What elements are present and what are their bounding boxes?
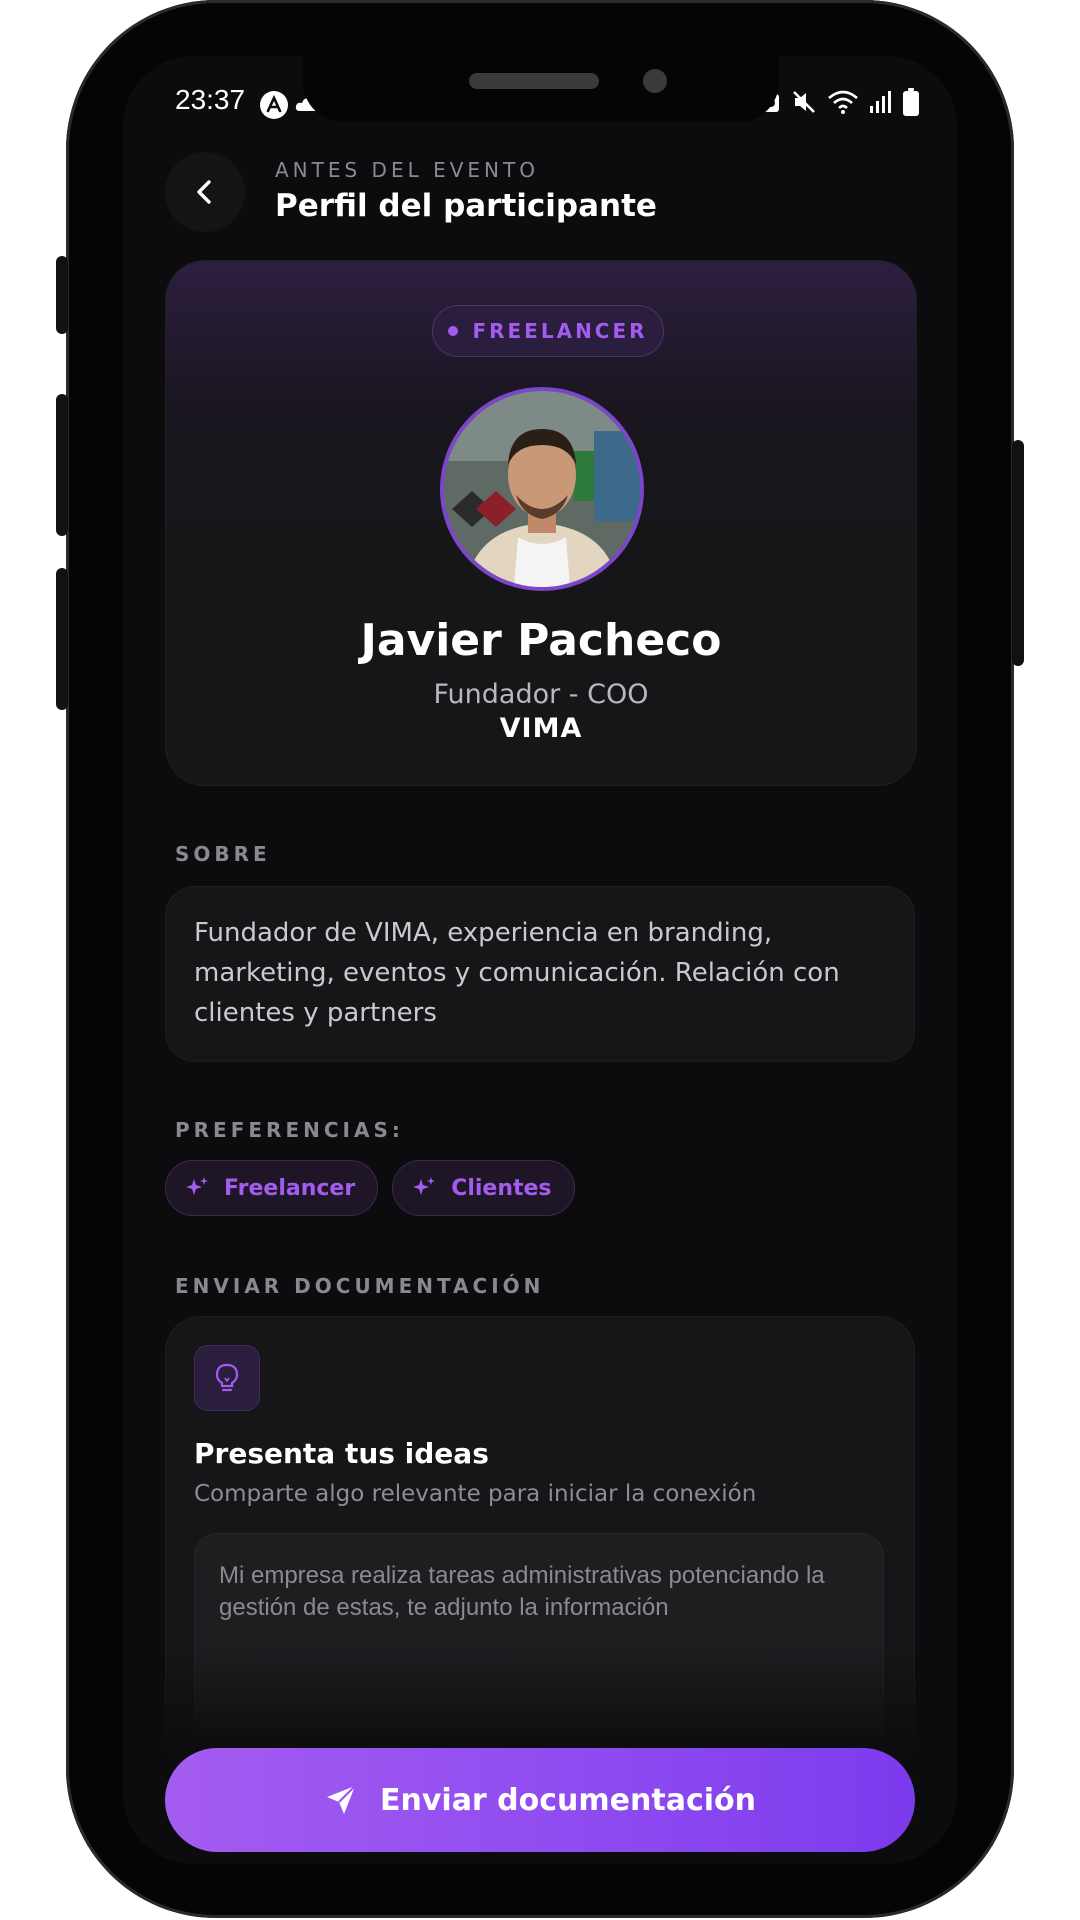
phone-side-button — [56, 256, 68, 334]
role-badge: FREELANCER — [432, 305, 664, 357]
phone-power-button — [1012, 440, 1024, 666]
badge-dot — [448, 326, 459, 336]
send-documentation-button[interactable]: Enviar documentación — [165, 1748, 915, 1852]
app-icon — [259, 90, 289, 124]
participant-company: VIMA — [499, 713, 583, 744]
preferences-section-label: PREFERENCIAS: — [175, 1118, 404, 1142]
chip-label: Freelancer — [224, 1175, 356, 1201]
badge-label: FREELANCER — [472, 319, 648, 343]
status-time: 23:37 — [175, 84, 246, 115]
chevron-left-icon — [197, 180, 211, 204]
lightbulb-icon — [215, 1363, 239, 1392]
phone-volume-down-button — [56, 568, 68, 710]
status-right-icons — [761, 88, 919, 120]
about-text: Fundador de VIMA, experiencia en brandin… — [194, 918, 840, 1028]
preference-chip-clientes[interactable]: Clientes — [392, 1160, 575, 1216]
participant-name: Javier Pacheco — [360, 615, 722, 666]
documentation-subtitle: Comparte algo relevante para iniciar la … — [194, 1481, 757, 1507]
sparkles-icon — [186, 1177, 208, 1195]
page-header: ANTES DEL EVENTO Perfil del participante — [165, 152, 915, 242]
battery-icon — [903, 88, 919, 120]
documentation-title: Presenta tus ideas — [194, 1437, 489, 1470]
sparkles-icon — [413, 1177, 436, 1195]
send-icon — [327, 1785, 356, 1814]
mute-icon — [791, 89, 817, 119]
participant-role: Fundador - COO — [433, 679, 649, 710]
wifi-icon — [827, 89, 859, 119]
speaker-grille — [469, 73, 599, 89]
front-camera — [643, 69, 667, 93]
about-section-label: SOBRE — [175, 842, 271, 866]
signal-icon — [869, 90, 893, 118]
documentation-section-label: ENVIAR DOCUMENTACIÓN — [175, 1274, 545, 1298]
send-button-label: Enviar documentación — [380, 1782, 756, 1818]
phone-volume-up-button — [56, 394, 68, 536]
avatar — [440, 387, 644, 591]
back-button[interactable] — [165, 152, 245, 232]
header-eyebrow: ANTES DEL EVENTO — [275, 158, 539, 182]
preferences-chips: Freelancer Clientes — [165, 1160, 575, 1216]
documentation-card: Presenta tus ideas Comparte algo relevan… — [165, 1316, 915, 1776]
lightbulb-icon-box — [194, 1345, 260, 1411]
chip-label: Clientes — [451, 1175, 552, 1201]
camera-notch — [303, 56, 779, 122]
app-screen: 23:37 ANTES DEL EVENTO Perfil del partic… — [123, 56, 957, 1864]
preference-chip-freelancer[interactable]: Freelancer — [165, 1160, 379, 1216]
page-title: Perfil del participante — [275, 188, 657, 224]
profile-card: FREELANCER Javier Pacheco Fundador - COO… — [165, 260, 917, 786]
ideas-textarea[interactable]: Mi empresa realiza tareas administrativa… — [194, 1533, 884, 1753]
about-card: Fundador de VIMA, experiencia en brandin… — [165, 886, 915, 1062]
